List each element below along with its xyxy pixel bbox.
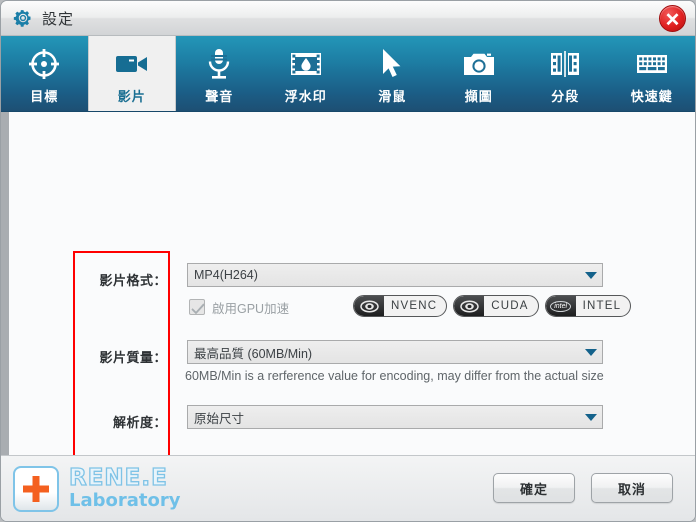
tab-label: 分段 <box>551 89 580 104</box>
video-quality-value: 最高品質 (60MB/Min) <box>194 346 313 361</box>
settings-window: 設定 目標 影片 聲音 浮水印 滑鼠 擷圖 分段 快速鍵 影片格式： MP4(H… <box>0 0 696 522</box>
gpu-badge-label: INTEL <box>582 300 622 312</box>
brand-subtitle: Laboratory <box>69 490 181 511</box>
target-icon <box>27 46 61 82</box>
cursor-arrow-icon <box>377 46 407 82</box>
video-format-dropdown[interactable]: MP4(H264) <box>187 263 603 287</box>
watermark-film-icon <box>289 46 323 82</box>
tab-target[interactable]: 目標 <box>1 36 88 111</box>
ok-button[interactable]: 確定 <box>493 473 575 503</box>
resolution-value: 原始尺寸 <box>194 411 245 426</box>
split-film-icon <box>548 46 582 82</box>
red-cross-icon <box>13 465 59 512</box>
tab-screenshot[interactable]: 擷圖 <box>436 36 523 111</box>
video-quality-dropdown[interactable]: 最高品質 (60MB/Min) <box>187 340 603 364</box>
cancel-button[interactable]: 取消 <box>591 473 673 503</box>
photo-camera-icon <box>462 46 496 82</box>
tab-hotkeys[interactable]: 快速鍵 <box>609 36 696 111</box>
gpu-badge-label: NVENC <box>391 300 438 312</box>
video-format-label: 影片格式： <box>99 273 167 288</box>
video-quality-label: 影片質量： <box>99 350 167 365</box>
microphone-icon <box>202 46 236 82</box>
brand-name: RENE.E <box>68 465 168 491</box>
footer-bar: RENE.E Laboratory 確定 取消 <box>1 455 695 521</box>
video-quality-hint: 60MB/Min is a rerference value for encod… <box>185 369 604 383</box>
gpu-acceleration-checkbox[interactable] <box>189 299 205 315</box>
title-bar: 設定 <box>1 1 695 36</box>
intel-logo-icon: intel <box>545 296 576 316</box>
gpu-acceleration-row: 啟用GPU加速 <box>189 297 289 317</box>
chevron-down-icon <box>580 348 602 356</box>
tab-label: 聲音 <box>205 89 234 104</box>
nvidia-eye-icon <box>454 296 485 316</box>
tab-label: 滑鼠 <box>378 89 407 104</box>
gear-icon <box>13 10 31 27</box>
tab-split[interactable]: 分段 <box>522 36 609 111</box>
tab-label: 目標 <box>30 89 59 104</box>
nvidia-eye-icon <box>354 296 384 316</box>
chevron-down-icon <box>580 271 602 279</box>
resolution-label: 解析度： <box>112 415 167 430</box>
gpu-badge-cuda[interactable]: CUDA <box>453 295 539 317</box>
video-camera-icon <box>115 46 149 82</box>
close-button[interactable] <box>659 5 686 32</box>
tab-label: 快速鍵 <box>630 89 673 104</box>
close-icon <box>666 13 679 26</box>
tab-label: 影片 <box>117 89 146 104</box>
gpu-badge-intel[interactable]: intel INTEL <box>544 295 632 317</box>
gpu-badge-nvenc[interactable]: NVENC <box>353 295 448 317</box>
tab-label: 擷圖 <box>464 89 493 104</box>
chevron-down-icon <box>580 413 602 421</box>
gpu-badge-label: CUDA <box>491 300 529 312</box>
brand-logo: RENE.E Laboratory <box>13 465 181 512</box>
window-title: 設定 <box>42 10 75 28</box>
settings-content-panel: 影片格式： MP4(H264) 啟用GPU加速 NVENC CUDA intel… <box>1 112 695 455</box>
tab-bar: 目標 影片 聲音 浮水印 滑鼠 擷圖 分段 快速鍵 <box>1 36 695 112</box>
tab-label: 浮水印 <box>284 89 327 104</box>
video-format-value: MP4(H264) <box>194 268 258 282</box>
gpu-badge-group: NVENC CUDA intel INTEL <box>353 295 632 317</box>
gpu-acceleration-label: 啟用GPU加速 <box>212 301 290 316</box>
resolution-dropdown[interactable]: 原始尺寸 <box>187 405 603 429</box>
tab-mouse[interactable]: 滑鼠 <box>349 36 436 111</box>
keyboard-icon <box>635 46 669 82</box>
tab-audio[interactable]: 聲音 <box>176 36 263 111</box>
checkmark-icon <box>191 303 205 315</box>
tab-watermark[interactable]: 浮水印 <box>263 36 350 111</box>
tab-video[interactable]: 影片 <box>87 36 176 111</box>
